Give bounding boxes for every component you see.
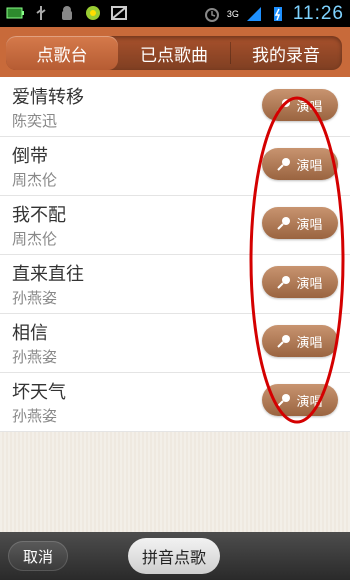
sing-button[interactable]: 演唱 bbox=[262, 266, 338, 298]
song-artist: 陈奕迅 bbox=[12, 112, 58, 130]
song-title: 爱情转移 bbox=[12, 87, 84, 108]
tab-ordered-songs[interactable]: 已点歌曲 bbox=[118, 36, 230, 70]
network-label: 3G bbox=[226, 9, 239, 19]
tab-my-recordings[interactable]: 我的录音 bbox=[230, 36, 342, 70]
sing-button-label: 演唱 bbox=[296, 394, 323, 410]
sing-button[interactable]: 演唱 bbox=[262, 325, 338, 357]
list-item[interactable]: 坏天气 孙燕姿 演唱 bbox=[0, 372, 350, 432]
signal-icon bbox=[246, 7, 261, 21]
song-title: 坏天气 bbox=[12, 382, 66, 403]
song-title: 直来直往 bbox=[12, 264, 84, 285]
list-item[interactable]: 我不配 周杰伦 演唱 bbox=[0, 195, 350, 255]
tab-song-station[interactable]: 点歌台 bbox=[6, 36, 118, 70]
sing-button-label: 演唱 bbox=[296, 276, 323, 292]
bottom-bar: 取消 拼音点歌 bbox=[0, 532, 350, 580]
sing-button[interactable]: 演唱 bbox=[262, 148, 338, 180]
microphone-icon bbox=[277, 158, 291, 171]
pinyin-search-button[interactable]: 拼音点歌 bbox=[128, 538, 220, 574]
song-artist: 周杰伦 bbox=[12, 171, 58, 189]
sing-button-label: 演唱 bbox=[296, 158, 323, 174]
list-item[interactable]: 相信 孙燕姿 演唱 bbox=[0, 313, 350, 373]
sing-button[interactable]: 演唱 bbox=[262, 207, 338, 239]
clock: 11:26 bbox=[292, 3, 344, 24]
sing-button-label: 演唱 bbox=[296, 335, 323, 351]
song-artist: 孙燕姿 bbox=[12, 407, 58, 425]
alarm-icon bbox=[204, 8, 219, 22]
list-empty-area bbox=[0, 432, 350, 532]
usb-icon bbox=[36, 6, 46, 20]
tab-bar: 点歌台 已点歌曲 我的录音 bbox=[0, 27, 350, 77]
song-artist: 周杰伦 bbox=[12, 230, 58, 248]
sing-button-label: 演唱 bbox=[296, 99, 323, 115]
song-title: 倒带 bbox=[12, 146, 48, 167]
microphone-icon bbox=[277, 99, 291, 112]
app-icon bbox=[86, 6, 100, 20]
charging-icon bbox=[273, 7, 282, 21]
sing-button-label: 演唱 bbox=[296, 217, 323, 233]
android-debug-icon bbox=[62, 6, 72, 20]
battery-full-icon bbox=[6, 7, 24, 19]
microphone-icon bbox=[277, 276, 291, 289]
microphone-icon bbox=[277, 394, 291, 407]
song-artist: 孙燕姿 bbox=[12, 289, 58, 307]
song-title: 我不配 bbox=[12, 205, 66, 226]
status-bar: 3G 11:26 bbox=[0, 0, 350, 27]
song-title: 相信 bbox=[12, 323, 48, 344]
microphone-icon bbox=[277, 217, 291, 230]
microphone-icon bbox=[277, 335, 291, 348]
list-item[interactable]: 直来直往 孙燕姿 演唱 bbox=[0, 254, 350, 314]
image-icon bbox=[111, 6, 127, 20]
song-artist: 孙燕姿 bbox=[12, 348, 58, 366]
list-item[interactable]: 倒带 周杰伦 演唱 bbox=[0, 136, 350, 196]
list-item[interactable]: 爱情转移 陈奕迅 演唱 bbox=[0, 77, 350, 137]
song-list: 爱情转移 陈奕迅 演唱 倒带 周杰伦 演唱 我不配 周杰伦 演唱 直来直往 孙燕… bbox=[0, 77, 350, 432]
cancel-button[interactable]: 取消 bbox=[8, 541, 68, 571]
sing-button[interactable]: 演唱 bbox=[262, 384, 338, 416]
sing-button[interactable]: 演唱 bbox=[262, 89, 338, 121]
